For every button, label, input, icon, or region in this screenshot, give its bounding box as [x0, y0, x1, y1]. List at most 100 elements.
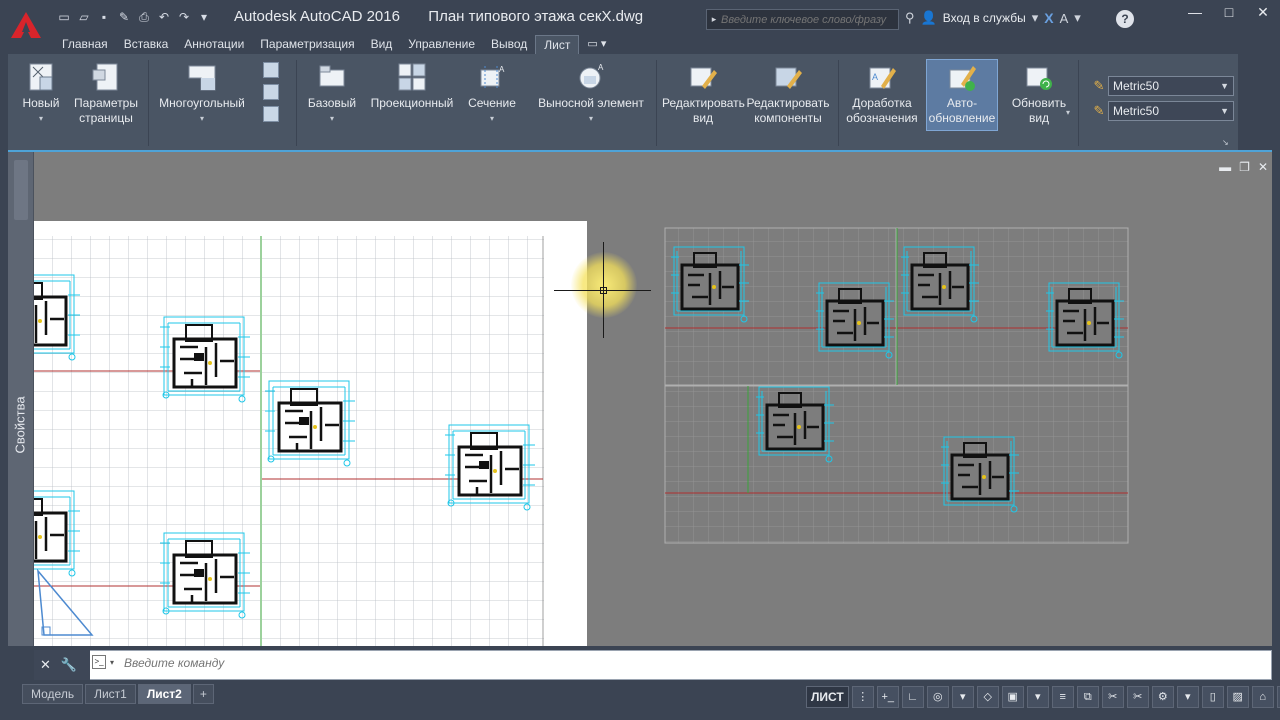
drawing-style-select[interactable]: Metric50 ▼ — [1108, 76, 1234, 96]
update-dropdown-icon[interactable]: ▾ — [1066, 108, 1070, 117]
exchange-apps-icon[interactable]: X — [1044, 10, 1053, 26]
polygonal-viewport-button[interactable]: Многоугольный ▾ — [154, 60, 250, 126]
edit-components-button[interactable]: Редактировать компоненты — [746, 60, 830, 126]
help-icon[interactable]: ? — [1116, 10, 1134, 28]
ortho-icon[interactable]: ∟ — [901, 686, 924, 708]
section-view-icon: A — [477, 62, 507, 92]
redo-icon[interactable]: ↷ — [176, 9, 192, 25]
ribbon-options-icon[interactable]: ▭ ▾ — [579, 35, 614, 54]
viewport-minimize-icon[interactable]: ▬ — [1219, 160, 1231, 174]
polar-icon[interactable]: ◎ — [926, 686, 949, 708]
properties-palette-collapsed[interactable]: Свойства — [8, 152, 34, 646]
style-2-value: Metric50 — [1113, 104, 1160, 118]
annotation-visibility-icon[interactable]: ✂ — [1126, 686, 1149, 708]
hardware-accel-icon[interactable]: ▨ — [1226, 686, 1249, 708]
update-label-2: вид — [1028, 111, 1050, 125]
style-manager-icon[interactable]: ✎ — [1091, 78, 1107, 94]
application-menu-button[interactable] — [6, 6, 46, 44]
page-setup-label-2: страницы — [79, 111, 133, 125]
undo-icon[interactable]: ↶ — [156, 9, 172, 25]
viewport-lock-icon[interactable] — [263, 84, 279, 100]
symbol-sketch-icon: A — [867, 62, 897, 92]
search-expand-icon[interactable]: ▸ — [707, 10, 721, 29]
tab-output[interactable]: Вывод — [483, 35, 535, 54]
command-prompt: >_ ▾ — [92, 655, 114, 669]
snap-icon[interactable]: ⋮ — [851, 686, 874, 708]
tab-home[interactable]: Главная — [54, 35, 116, 54]
saveas-icon[interactable]: ✎ — [116, 9, 132, 25]
ribbon-separator — [296, 60, 297, 146]
auto-label-1: Авто- — [946, 96, 978, 110]
detail-dropdown-icon: ▾ — [588, 114, 593, 123]
annotation-scale-icon[interactable]: ✂ — [1101, 686, 1124, 708]
maximize-button[interactable]: □ — [1212, 0, 1246, 24]
section-style-icon[interactable]: ✎ — [1091, 103, 1107, 119]
viewport-restore-icon[interactable]: ❐ — [1239, 160, 1250, 174]
osnap-dropdown-icon[interactable]: ▾ — [1026, 686, 1049, 708]
paper-space-toggle[interactable]: ЛИСТ — [806, 686, 849, 708]
open-folder-icon[interactable]: ▱ — [76, 9, 92, 25]
lineweight-icon[interactable]: ≡ — [1051, 686, 1074, 708]
tab-layout[interactable]: Лист — [535, 35, 580, 54]
symbol-sketch-button[interactable]: A Доработка обозначения — [844, 60, 920, 126]
minimize-button[interactable]: — — [1178, 0, 1212, 24]
user-icon: 👤 — [920, 10, 937, 25]
signin-dropdown-icon[interactable]: ▾ — [1032, 10, 1039, 26]
chevron-down-icon: ▼ — [1220, 106, 1229, 116]
edit-view-button[interactable]: Редактировать вид — [662, 60, 745, 126]
wrench-icon[interactable]: 🔧 — [61, 657, 77, 673]
update-view-button[interactable]: Обновить вид — [1004, 60, 1074, 126]
viewport-clip-icon[interactable] — [263, 62, 279, 78]
tab-layout1[interactable]: Лист1 — [85, 684, 136, 704]
ribbon-panel: Новый ▾ Параметры страницы Многоугольный… — [8, 54, 1272, 152]
tab-parametric[interactable]: Параметризация — [252, 35, 362, 54]
signin-link[interactable]: Вход в службы — [943, 11, 1026, 25]
viewport-close-icon[interactable]: ✕ — [1258, 160, 1268, 174]
save-icon[interactable]: ▪ — [96, 9, 112, 25]
tab-annotate[interactable]: Аннотации — [176, 35, 252, 54]
search-input[interactable] — [721, 13, 896, 26]
close-button[interactable]: ✕ — [1246, 0, 1280, 24]
autodesk360-icon[interactable]: A — [1060, 11, 1069, 26]
close-icon[interactable]: ✕ — [40, 657, 51, 673]
panel-launcher-icon[interactable]: ↘ — [1222, 138, 1229, 147]
window-title: Autodesk AutoCAD 2016 План типового этаж… — [234, 8, 643, 25]
tab-insert[interactable]: Вставка — [116, 35, 177, 54]
auto-update-button[interactable]: Авто- обновление — [926, 59, 998, 131]
osnap3d-icon[interactable]: ▣ — [1001, 686, 1024, 708]
infer-icon[interactable]: +_ — [876, 686, 899, 708]
base-view-button[interactable]: Базовый ▾ — [304, 60, 360, 126]
tab-model[interactable]: Модель — [22, 684, 84, 704]
prompt-icon[interactable]: >_ — [92, 655, 106, 669]
qa-dropdown-icon[interactable]: ▾ — [196, 9, 212, 25]
isolate-icon[interactable]: ▯ — [1201, 686, 1224, 708]
binoculars-icon[interactable]: ⚲ — [905, 10, 915, 26]
tab-layout2[interactable]: Лист2 — [137, 684, 191, 704]
palette-grip[interactable] — [14, 160, 28, 220]
tab-view[interactable]: Вид — [363, 35, 401, 54]
workspace-dropdown-icon[interactable]: ▾ — [1176, 686, 1199, 708]
command-input[interactable] — [124, 656, 924, 670]
projected-view-button[interactable]: Проекционный — [366, 60, 458, 111]
viewport-restore-icon[interactable] — [263, 106, 279, 122]
osnap-icon[interactable]: ◇ — [976, 686, 999, 708]
polar-dropdown-icon[interactable]: ▾ — [951, 686, 974, 708]
prompt-dropdown-icon[interactable]: ▾ — [110, 658, 114, 667]
workspace-gear-icon[interactable]: ⚙ — [1151, 686, 1174, 708]
edit-view-label-2: вид — [692, 111, 714, 125]
cursor-highlight — [571, 252, 637, 318]
detail-view-button[interactable]: A Выносной элемент ▾ — [534, 60, 648, 126]
new-layout-button[interactable]: Новый ▾ — [18, 60, 64, 126]
page-setup-button[interactable]: Параметры страницы — [70, 60, 142, 126]
plot-icon[interactable]: ⎙ — [136, 9, 152, 25]
a360-dropdown-icon[interactable]: ▾ — [1074, 10, 1081, 26]
new-layout-icon — [26, 62, 56, 92]
clean-screen-icon[interactable]: ⌂ — [1251, 686, 1274, 708]
section-style-select[interactable]: Metric50 ▼ — [1108, 101, 1234, 121]
symbol-label-1: Доработка — [852, 96, 912, 110]
add-layout-icon[interactable]: + — [192, 684, 214, 704]
new-file-icon[interactable]: ▭ — [56, 9, 72, 25]
section-view-button[interactable]: A Сечение ▾ — [464, 60, 520, 126]
selection-cycle-icon[interactable]: ⧉ — [1076, 686, 1099, 708]
tab-manage[interactable]: Управление — [400, 35, 483, 54]
